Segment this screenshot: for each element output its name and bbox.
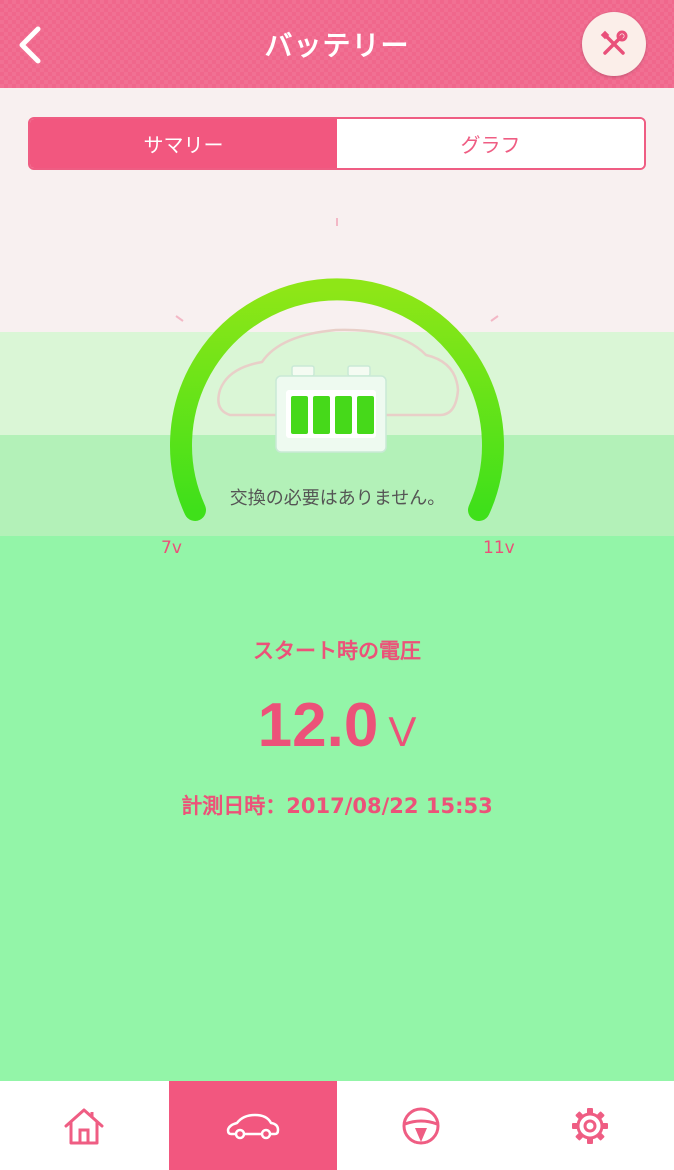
gear-icon: [571, 1107, 608, 1144]
tab-graph[interactable]: グラフ: [337, 119, 644, 168]
view-segmented-control: サマリー グラフ: [28, 117, 646, 170]
voltage-unit: V: [388, 708, 417, 755]
page-title: バッテリー: [264, 29, 410, 62]
home-icon: [64, 1108, 104, 1144]
tab-summary[interactable]: サマリー: [30, 119, 337, 168]
gauge-max-label: 11v: [483, 538, 515, 558]
voltage-value: 12.0: [257, 691, 379, 760]
gauge-min-label: 7v: [161, 538, 182, 558]
voltage-readout: 12.0 V: [0, 690, 674, 761]
nav-driving[interactable]: [337, 1081, 506, 1170]
gauge-ticks: [175, 218, 499, 322]
app-header: バッテリー: [0, 0, 674, 88]
nav-car[interactable]: [168, 1081, 337, 1170]
bottom-nav: [0, 1081, 674, 1170]
start-voltage-title: スタート時の電圧: [253, 639, 421, 663]
nav-home[interactable]: [0, 1081, 169, 1170]
nav-settings[interactable]: [506, 1081, 674, 1170]
steering-wheel-icon: [402, 1107, 440, 1144]
tools-button[interactable]: [582, 12, 646, 76]
measured-datetime: 計測日時：2017/08/22 15:53: [181, 794, 493, 818]
battery-icon: [275, 365, 387, 453]
tools-icon: [600, 30, 628, 55]
car-icon: [226, 1113, 279, 1139]
battery-status-message: 交換の必要はありません。: [229, 488, 446, 509]
